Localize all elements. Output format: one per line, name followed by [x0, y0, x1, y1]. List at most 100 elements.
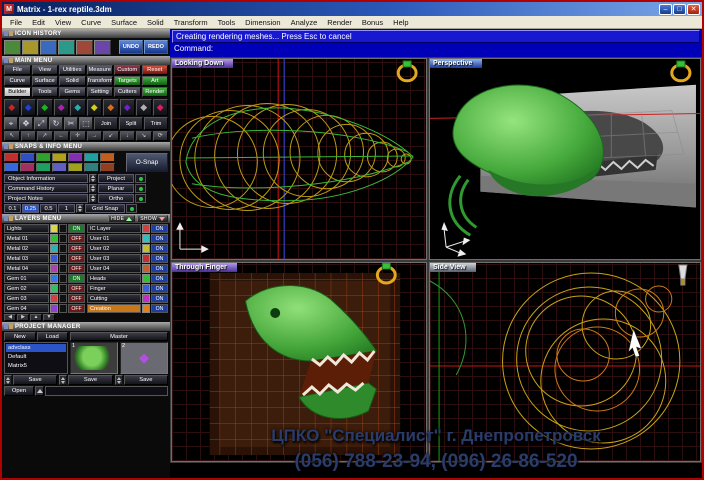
layer-material-swatch[interactable]	[59, 284, 67, 293]
layer-user-03[interactable]: User 03	[87, 254, 141, 263]
layer-metal-01[interactable]: Metal 01	[4, 234, 49, 243]
snap-toggle-icon[interactable]	[52, 163, 67, 172]
gem-icon[interactable]: ◆	[4, 99, 20, 116]
snap-tool-icon[interactable]: ⌖	[4, 117, 18, 130]
history-icon[interactable]	[40, 39, 57, 55]
history-icon[interactable]	[4, 39, 21, 55]
snap-toggle-icon[interactable]	[20, 163, 35, 172]
layer-color-swatch[interactable]	[142, 274, 150, 283]
layer-color-swatch[interactable]	[50, 304, 58, 313]
snap-toggle-icon[interactable]	[36, 163, 51, 172]
nudge-icon[interactable]: →	[86, 131, 102, 141]
tab-view[interactable]: View	[31, 65, 58, 75]
nudge-icon[interactable]: ←	[53, 131, 69, 141]
snap-toggle-icon[interactable]	[100, 163, 115, 172]
gem-icon[interactable]: ◆	[70, 99, 86, 116]
viewport-title-side-view[interactable]: Side View	[430, 263, 476, 272]
layer-material-swatch[interactable]	[59, 304, 67, 313]
menu-solid[interactable]: Solid	[142, 18, 169, 27]
bound-tool-icon[interactable]: ⬚	[79, 117, 93, 130]
planar-snap-button[interactable]: Planar	[98, 184, 134, 193]
grid-size-0.1[interactable]: 0.1	[4, 204, 21, 213]
layer-user-02[interactable]: User 02	[87, 244, 141, 253]
layer-material-swatch[interactable]	[59, 294, 67, 303]
project-item-default[interactable]: Default	[6, 353, 66, 361]
nudge-icon[interactable]: ↖	[4, 131, 20, 141]
layer-user-01[interactable]: User 01	[87, 234, 141, 243]
spinner-control[interactable]	[89, 184, 97, 193]
nudge-icon[interactable]: ↙	[103, 131, 119, 141]
layer-color-swatch[interactable]	[50, 294, 58, 303]
layer-material-swatch[interactable]	[59, 274, 67, 283]
tab-curve[interactable]: Curve	[4, 76, 31, 86]
gem-icon[interactable]: ◆	[20, 99, 36, 116]
tab-builder[interactable]: Builder	[4, 87, 31, 97]
layer-creation[interactable]: Creation	[87, 304, 141, 313]
layer-color-swatch[interactable]	[142, 294, 150, 303]
menu-view[interactable]: View	[50, 18, 76, 27]
layer-toggle[interactable]: ON	[151, 234, 168, 243]
layer-next-icon[interactable]: ▶	[17, 314, 29, 321]
layer-user-04[interactable]: User 04	[87, 264, 141, 273]
save-button[interactable]: Save	[13, 375, 58, 385]
layer-material-swatch[interactable]	[59, 244, 67, 253]
project-item-advclass[interactable]: advclass	[6, 344, 66, 352]
layer-gem-04[interactable]: Gem 04	[4, 304, 49, 313]
split-button[interactable]: Split	[119, 117, 143, 130]
layer-color-swatch[interactable]	[142, 264, 150, 273]
menu-analyze[interactable]: Analyze	[286, 18, 323, 27]
snap-toggle-icon[interactable]	[68, 163, 83, 172]
menu-curve[interactable]: Curve	[76, 18, 106, 27]
gem-icon[interactable]: ◆	[103, 99, 119, 116]
layer-color-swatch[interactable]	[142, 254, 150, 263]
layer-toggle[interactable]: OFF	[68, 304, 85, 313]
layer-color-swatch[interactable]	[142, 244, 150, 253]
layer-toggle[interactable]: ON	[151, 264, 168, 273]
layer-color-swatch[interactable]	[142, 284, 150, 293]
layer-color-swatch[interactable]	[142, 304, 150, 313]
save-button[interactable]: Save	[123, 375, 168, 385]
snap-toggle-icon[interactable]	[84, 153, 99, 162]
tab-cutters[interactable]: Cutters	[114, 87, 141, 97]
open-expand-icon[interactable]	[35, 386, 44, 396]
project-snap-button[interactable]: Project	[98, 174, 134, 183]
menu-surface[interactable]: Surface	[106, 18, 142, 27]
layer-toggle[interactable]: OFF	[68, 234, 85, 243]
command-history-button[interactable]: Command History	[4, 184, 88, 193]
gem-icon[interactable]: ◆	[86, 99, 102, 116]
grid-size-1[interactable]: 1	[58, 204, 75, 213]
gem-icon[interactable]: ◆	[37, 99, 53, 116]
snap-toggle-icon[interactable]	[20, 153, 35, 162]
nudge-icon[interactable]: ↓	[119, 131, 135, 141]
save-button[interactable]: Save	[68, 375, 113, 385]
history-icon[interactable]	[94, 39, 111, 55]
layer-down-icon[interactable]: ▼	[43, 314, 55, 321]
layer-material-swatch[interactable]	[59, 264, 67, 273]
gem-icon[interactable]: ◆	[152, 99, 168, 116]
project-thumbnail-1[interactable]: 1	[70, 342, 118, 374]
history-icon[interactable]	[58, 39, 75, 55]
menu-bonus[interactable]: Bonus	[357, 18, 388, 27]
layer-toggle[interactable]: OFF	[68, 254, 85, 263]
scale-tool-icon[interactable]: ⤢	[34, 117, 48, 130]
master-button[interactable]: Master	[70, 332, 168, 341]
menu-file[interactable]: File	[5, 18, 27, 27]
layer-toggle[interactable]: OFF	[68, 244, 85, 253]
tab-surface[interactable]: Surface	[31, 76, 58, 86]
nudge-icon[interactable]: ⟳	[152, 131, 168, 141]
layer-toggle[interactable]: ON	[68, 274, 85, 283]
tab-render[interactable]: Render	[141, 87, 168, 97]
tab-setting[interactable]: Setting	[86, 87, 113, 97]
menu-help[interactable]: Help	[388, 18, 413, 27]
tab-transform[interactable]: Transform	[86, 76, 113, 86]
spinner-control[interactable]	[89, 194, 97, 203]
tab-measure[interactable]: Measure	[86, 65, 113, 75]
layer-lights[interactable]: Lights	[4, 224, 49, 233]
nudge-icon[interactable]: ↗	[37, 131, 53, 141]
layer-toggle[interactable]: ON	[151, 274, 168, 283]
snap-toggle-icon[interactable]	[4, 153, 19, 162]
layer-color-swatch[interactable]	[50, 224, 58, 233]
viewport-perspective[interactable]: Perspective	[429, 58, 701, 260]
show-layers-button[interactable]: SHOW	[137, 215, 168, 222]
layer-toggle[interactable]: ON	[151, 284, 168, 293]
